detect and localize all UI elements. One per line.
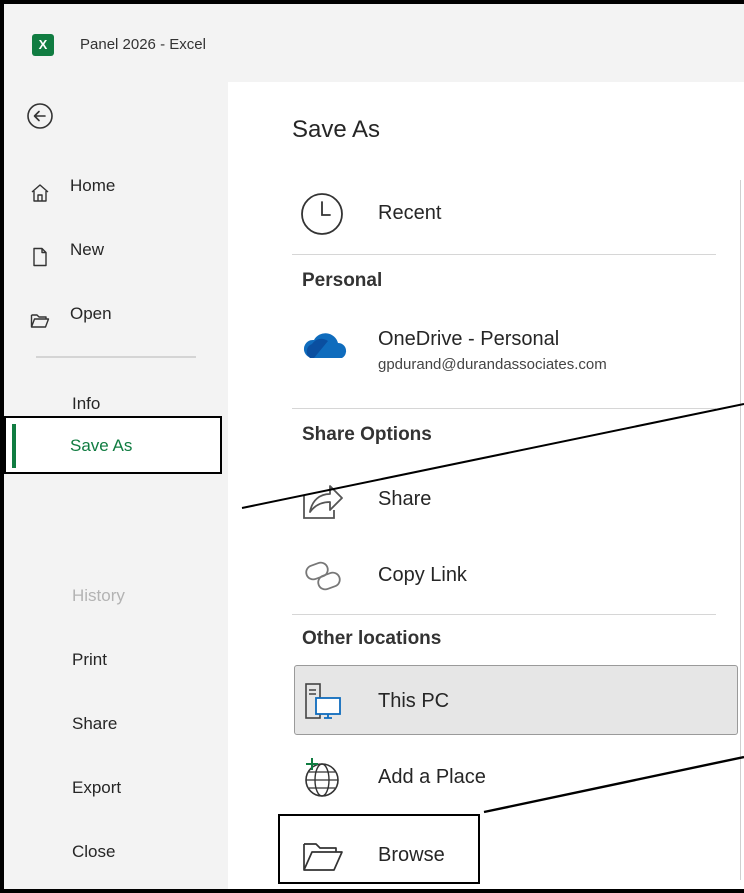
onedrive-email: gpdurand@durandassociates.com [378,356,607,373]
nav-new[interactable]: New [4,228,228,272]
onedrive-location[interactable]: OneDrive - Personal gpdurand@durandassoc… [292,314,716,374]
globe-add-icon [300,756,344,800]
nav-home[interactable]: Home [4,164,228,208]
nav-close-label: Close [72,842,116,861]
share-option[interactable]: Share [292,468,716,528]
nav-print[interactable]: Print [4,638,228,682]
active-indicator [12,424,16,468]
nav-open-label: Open [70,304,112,323]
link-icon [300,554,344,598]
panel-edge-line [740,180,741,880]
share-icon [300,478,344,522]
copy-link-option[interactable]: Copy Link [292,544,716,604]
divider [292,254,716,255]
window-title: Panel 2026 - Excel [80,36,206,53]
nav-save-as-label: Save As [70,436,133,455]
nav-new-label: New [70,240,105,259]
nav-history-label: History [72,586,125,605]
recent-label: Recent [378,202,442,224]
back-arrow-icon[interactable] [26,102,54,130]
page-title: Save As [292,116,381,143]
copy-link-label: Copy Link [378,564,467,586]
other-locations-heading: Other locations [302,628,442,649]
nav-share[interactable]: Share [4,702,228,746]
recent-location[interactable]: Recent [292,182,716,242]
backstage-nav: Home New Open Info Save History Print Sh… [4,82,228,889]
nav-print-label: Print [72,650,107,669]
share-label: Share [378,488,432,510]
nav-open[interactable]: Open [4,292,228,336]
nav-home-label: Home [70,176,116,195]
browse-location[interactable]: Browse [292,824,716,884]
nav-divider [36,356,196,358]
nav-export-label: Export [72,778,122,797]
nav-save-as[interactable]: Save As [4,416,222,474]
nav-history: History [4,574,228,618]
this-pc-location[interactable]: This PC [292,670,716,730]
browse-label: Browse [378,844,445,866]
nav-share-label: Share [72,714,118,733]
share-options-heading: Share Options [302,424,432,445]
new-document-icon [30,240,50,267]
clock-icon [300,192,344,236]
divider [292,614,716,615]
add-place-label: Add a Place [378,766,486,788]
title-bar: X Panel 2026 - Excel [4,4,744,82]
add-place-location[interactable]: Add a Place [292,746,716,806]
divider [292,408,716,409]
home-icon [30,176,50,202]
computer-icon [300,680,344,724]
this-pc-label: This PC [378,690,450,712]
nav-export[interactable]: Export [4,766,228,810]
nav-close[interactable]: Close [4,830,228,874]
save-as-panel: Save As Recent Personal OneDrive - Perso… [228,82,744,889]
folder-open-icon [30,304,50,328]
folder-icon [300,834,344,878]
onedrive-cloud-icon [300,324,347,368]
excel-logo-icon: X [32,34,54,56]
onedrive-label: OneDrive - Personal [378,328,560,350]
personal-heading: Personal [302,270,383,291]
